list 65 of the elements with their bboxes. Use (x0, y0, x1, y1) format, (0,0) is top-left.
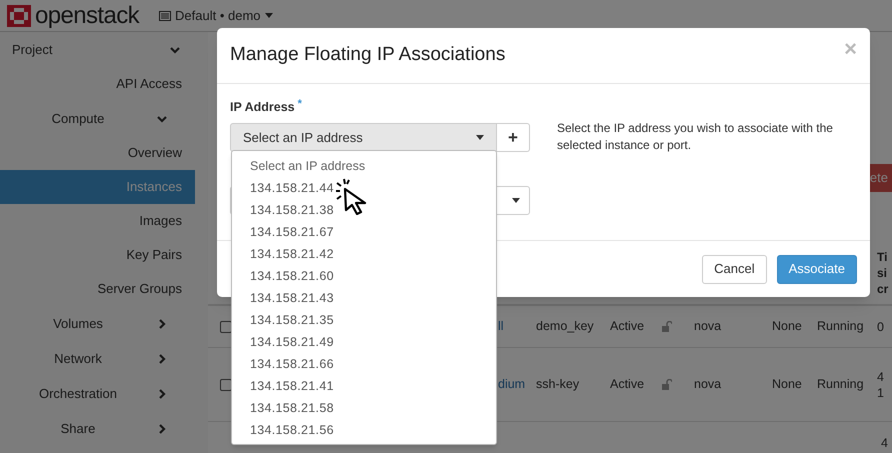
chevron-down-icon (169, 44, 181, 56)
help-text: Select the IP address you wish to associate with the selected instance or port. (557, 120, 834, 154)
caret-icon (512, 198, 520, 203)
associate-button[interactable]: Associate (776, 254, 857, 284)
sidebar-item[interactable]: Key Pairs (0, 238, 195, 272)
dropdown-option[interactable]: 134.158.21.60 (232, 265, 496, 287)
key-pair-cell: ssh-key (536, 377, 580, 392)
sidebar-item[interactable]: Server Groups (0, 272, 195, 306)
time-cell-text: 0 (876, 318, 884, 335)
sidebar-item[interactable]: Instances (0, 170, 195, 204)
task-cell: None (772, 319, 802, 334)
caret-icon (476, 134, 484, 140)
dropdown-option[interactable]: 134.158.21.41 (232, 375, 496, 397)
dropdown-option[interactable]: 134.158.21.66 (232, 353, 496, 375)
add-button[interactable]: + (497, 122, 530, 152)
project-dropdown[interactable]: Default • demo (159, 6, 272, 26)
logo-text: openstack (35, 4, 140, 28)
modal-title: Manage Floating IP Associations (230, 43, 506, 68)
zone-cell: nova (694, 377, 722, 392)
dropdown-option[interactable]: 134.158.21.67 (232, 221, 496, 243)
flavor-link[interactable]: dium (498, 377, 526, 392)
sidebar-group[interactable]: Volumes (0, 306, 195, 341)
dropdown-option[interactable]: 134.158.21.35 (232, 309, 496, 331)
dropdown-option[interactable]: 134.158.21.44 (232, 177, 496, 199)
status-cell: Active (610, 319, 644, 334)
dropdown-option[interactable]: 134.158.21.49 (232, 331, 496, 353)
power-state-cell: Running (817, 377, 864, 392)
time-cell-text: 4 1 (876, 368, 884, 401)
unlock-icon (662, 321, 672, 332)
sidebar-item[interactable]: API Access (0, 67, 195, 101)
logo-icon (7, 4, 31, 26)
time-cell-text: 4 (880, 435, 888, 452)
dropdown-option[interactable]: 134.158.21.56 (232, 419, 496, 441)
power-state-cell: Running (817, 319, 864, 334)
sidebar-group[interactable]: Share (0, 411, 195, 446)
row-checkbox[interactable] (220, 320, 232, 333)
zone-cell: nova (694, 319, 722, 334)
dropdown-option[interactable]: 134.158.21.43 (232, 287, 496, 309)
dropdown-option[interactable]: 134.158.21.38 (232, 199, 496, 221)
chevron-right-icon (156, 318, 168, 330)
cancel-button[interactable]: Cancel (702, 254, 767, 284)
row-checkbox[interactable] (220, 378, 232, 391)
column-header: Ti si cr (877, 248, 890, 298)
task-cell: None (772, 377, 802, 392)
sidebar-group[interactable]: Compute (0, 101, 195, 136)
chevron-right-icon (156, 352, 168, 364)
sidebar-item[interactable]: Overview (0, 136, 195, 170)
sidebar-group[interactable]: Project (0, 33, 208, 67)
status-cell: Active (610, 377, 644, 392)
chevron-right-icon (156, 388, 168, 400)
caret-icon (264, 13, 272, 18)
sidebar-item[interactable]: Images (0, 204, 195, 238)
list-icon (159, 10, 172, 20)
dropdown-option[interactable]: 134.158.21.58 (232, 397, 496, 419)
field-label: IP Address (230, 99, 295, 116)
key-pair-cell: demo_key (536, 319, 594, 334)
dropdown-option[interactable]: Select an IP address (232, 155, 496, 177)
ip-select[interactable]: Select an IP address (230, 122, 497, 152)
chevron-right-icon (156, 422, 168, 434)
flavor-link[interactable]: ll (498, 319, 504, 334)
unlock-icon (662, 379, 672, 390)
sidebar-group[interactable]: Orchestration (0, 376, 195, 411)
dropdown-option[interactable]: 134.158.21.42 (232, 243, 496, 265)
required-mark: * (298, 97, 302, 112)
sidebar-group[interactable]: Network (0, 341, 195, 376)
